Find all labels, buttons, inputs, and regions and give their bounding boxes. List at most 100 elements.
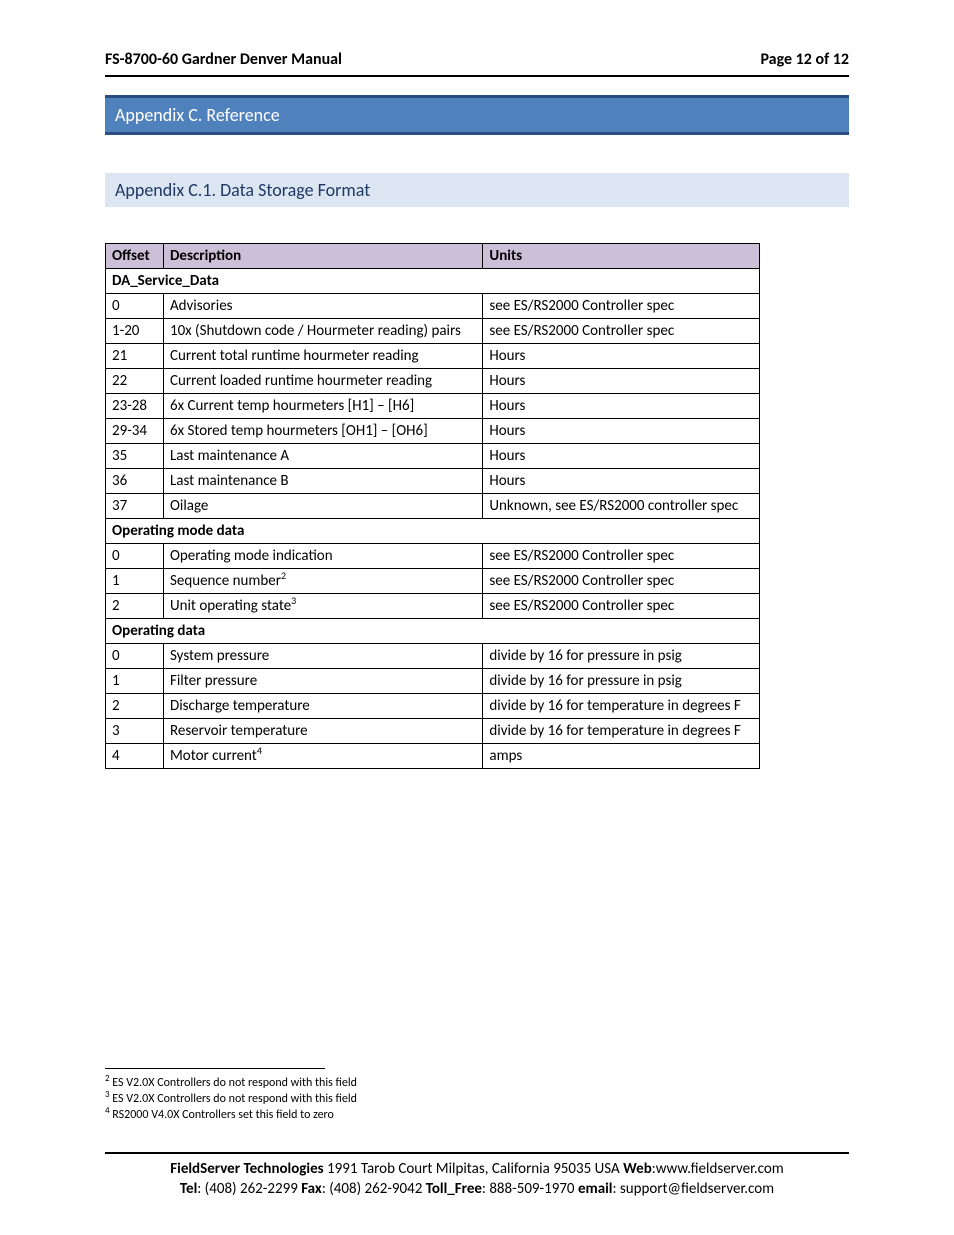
footer-fax-label: Fax [301, 1180, 322, 1198]
cell-description: Discharge temperature [163, 694, 482, 719]
footnote-ref: 3 [291, 594, 296, 607]
footnote: 2 ES V2.0X Controllers do not respond wi… [105, 1075, 357, 1091]
cell-description: Reservoir temperature [163, 719, 482, 744]
table-row: 22Current loaded runtime hourmeter readi… [106, 369, 760, 394]
footer-fax: : (408) 262-9042 [322, 1180, 426, 1198]
cell-description: 10x (Shutdown code / Hourmeter reading) … [163, 319, 482, 344]
footer-line-2: Tel: (408) 262-2299 Fax: (408) 262-9042 … [105, 1180, 849, 1200]
table-row: 4Motor current4amps [106, 744, 760, 769]
footer-address: 1991 Tarob Court Milpitas, California 95… [324, 1160, 623, 1178]
doc-title: FS-8700-60 Gardner Denver Manual [105, 50, 342, 69]
cell-description: Motor current4 [163, 744, 482, 769]
cell-description: 6x Stored temp hourmeters [OH1] – [OH6] [163, 419, 482, 444]
cell-description: Current loaded runtime hourmeter reading [163, 369, 482, 394]
cell-description: Unit operating state3 [163, 594, 482, 619]
table-section-row: Operating data [106, 619, 760, 644]
footnote: 3 ES V2.0X Controllers do not respond wi… [105, 1091, 357, 1107]
table-section-title: Operating data [106, 619, 760, 644]
table-row: 1Sequence number2see ES/RS2000 Controlle… [106, 569, 760, 594]
table-row: 36Last maintenance BHours [106, 469, 760, 494]
footnote-number: 4 [105, 1105, 110, 1116]
cell-offset: 21 [106, 344, 164, 369]
cell-units: amps [483, 744, 760, 769]
cell-units: Hours [483, 369, 760, 394]
cell-offset: 0 [106, 544, 164, 569]
cell-units: see ES/RS2000 Controller spec [483, 569, 760, 594]
footer-web-label: Web [623, 1160, 652, 1178]
cell-offset: 1-20 [106, 319, 164, 344]
cell-description: System pressure [163, 644, 482, 669]
table-header-row: Offset Description Units [106, 244, 760, 269]
cell-units: Hours [483, 344, 760, 369]
cell-units: divide by 16 for temperature in degrees … [483, 694, 760, 719]
cell-units: divide by 16 for temperature in degrees … [483, 719, 760, 744]
table-section-row: DA_Service_Data [106, 269, 760, 294]
cell-offset: 4 [106, 744, 164, 769]
table-row: 2Discharge temperaturedivide by 16 for t… [106, 694, 760, 719]
footnotes: 2 ES V2.0X Controllers do not respond wi… [105, 1075, 357, 1124]
footer-rule [105, 1152, 849, 1154]
cell-units: divide by 16 for pressure in psig [483, 644, 760, 669]
footer-web: :www.fieldserver.com [652, 1160, 784, 1178]
cell-description: Oilage [163, 494, 482, 519]
section-appendix-c: Appendix C. Reference [105, 95, 849, 135]
cell-description: Advisories [163, 294, 482, 319]
cell-units: Hours [483, 444, 760, 469]
cell-units: Unknown, see ES/RS2000 controller spec [483, 494, 760, 519]
cell-units: Hours [483, 469, 760, 494]
footer-tel: : (408) 262-2299 [197, 1180, 301, 1198]
cell-offset: 0 [106, 644, 164, 669]
cell-offset: 23-28 [106, 394, 164, 419]
table-row: 0System pressuredivide by 16 for pressur… [106, 644, 760, 669]
cell-description: Last maintenance A [163, 444, 482, 469]
cell-description: Current total runtime hourmeter reading [163, 344, 482, 369]
cell-units: Hours [483, 419, 760, 444]
cell-offset: 3 [106, 719, 164, 744]
cell-units: see ES/RS2000 Controller spec [483, 544, 760, 569]
page-number: Page 12 of 12 [760, 50, 849, 69]
cell-description: Last maintenance B [163, 469, 482, 494]
table-row: 1-2010x (Shutdown code / Hourmeter readi… [106, 319, 760, 344]
th-description: Description [163, 244, 482, 269]
cell-offset: 1 [106, 569, 164, 594]
footnote-ref: 2 [281, 569, 286, 582]
table-row: 1Filter pressuredivide by 16 for pressur… [106, 669, 760, 694]
table-section-title: DA_Service_Data [106, 269, 760, 294]
cell-offset: 0 [106, 294, 164, 319]
cell-description: Filter pressure [163, 669, 482, 694]
footnote-number: 2 [105, 1073, 110, 1084]
page-header: FS-8700-60 Gardner Denver Manual Page 12… [105, 50, 849, 77]
cell-offset: 29-34 [106, 419, 164, 444]
cell-offset: 36 [106, 469, 164, 494]
cell-description: Operating mode indication [163, 544, 482, 569]
table-section-title: Operating mode data [106, 519, 760, 544]
data-storage-table: Offset Description Units DA_Service_Data… [105, 243, 760, 769]
table-row: 21Current total runtime hourmeter readin… [106, 344, 760, 369]
footer-company: FieldServer Technologies [170, 1160, 323, 1178]
cell-description: 6x Current temp hourmeters [H1] – [H6] [163, 394, 482, 419]
table-row: 0Operating mode indicationsee ES/RS2000 … [106, 544, 760, 569]
footnote-rule [105, 1068, 325, 1069]
table-row: 29-346x Stored temp hourmeters [OH1] – [… [106, 419, 760, 444]
footnote-ref: 4 [257, 744, 262, 757]
cell-offset: 1 [106, 669, 164, 694]
footer-email: : support@fieldserver.com [612, 1180, 774, 1198]
th-offset: Offset [106, 244, 164, 269]
footer-tollfree-label: Toll_Free [426, 1180, 482, 1198]
footer-tollfree: : 888-509-1970 [482, 1180, 578, 1198]
footnote: 4 RS2000 V4.0X Controllers set this fiel… [105, 1107, 357, 1123]
cell-offset: 2 [106, 694, 164, 719]
page-footer: FieldServer Technologies 1991 Tarob Cour… [105, 1160, 849, 1199]
cell-offset: 37 [106, 494, 164, 519]
footer-tel-label: Tel [180, 1180, 197, 1198]
footer-line-1: FieldServer Technologies 1991 Tarob Cour… [105, 1160, 849, 1180]
cell-offset: 22 [106, 369, 164, 394]
cell-offset: 2 [106, 594, 164, 619]
table-row: 37OilageUnknown, see ES/RS2000 controlle… [106, 494, 760, 519]
table-row: 23-286x Current temp hourmeters [H1] – [… [106, 394, 760, 419]
table-row: 0Advisoriessee ES/RS2000 Controller spec [106, 294, 760, 319]
table-row: 3Reservoir temperaturedivide by 16 for t… [106, 719, 760, 744]
cell-units: see ES/RS2000 Controller spec [483, 594, 760, 619]
cell-description: Sequence number2 [163, 569, 482, 594]
cell-units: see ES/RS2000 Controller spec [483, 319, 760, 344]
